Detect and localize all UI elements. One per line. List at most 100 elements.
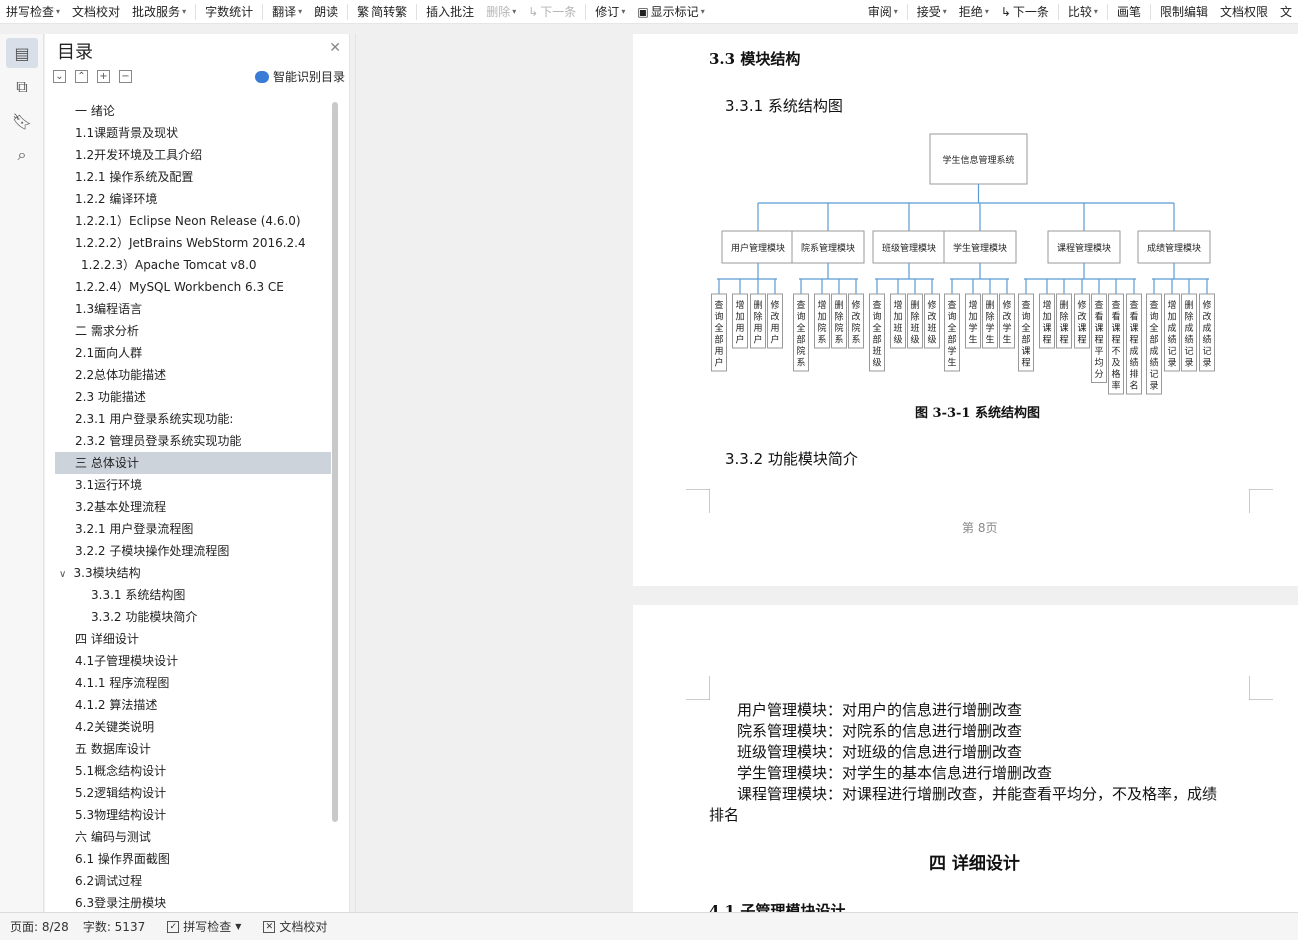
toc-item[interactable]: 4.1.1 程序流程图 bbox=[55, 672, 331, 694]
toc-item[interactable]: 四 详细设计 bbox=[55, 628, 331, 650]
toc-item[interactable]: 5.3物理结构设计 bbox=[55, 804, 331, 826]
toc-item[interactable]: 6.3登录注册模块 bbox=[55, 892, 331, 910]
toc-item[interactable]: 1.3编程语言 bbox=[55, 298, 331, 320]
toolbar-button[interactable]: 字数统计 bbox=[199, 0, 259, 23]
toc-item[interactable]: 五 数据库设计 bbox=[55, 738, 331, 760]
toc-item[interactable]: 3.3.1 系统结构图 bbox=[55, 584, 331, 606]
toc-item[interactable]: 3.1运行环境 bbox=[55, 474, 331, 496]
toolbar-button[interactable]: 拒绝 ▾ bbox=[953, 0, 995, 23]
toc-item[interactable]: 1.2.2.4）MySQL Workbench 6.3 CE bbox=[55, 276, 331, 298]
chevron-down-icon[interactable]: ∨ bbox=[59, 569, 70, 580]
section-heading-4-1: 4.1 子管理模块设计 bbox=[709, 902, 846, 912]
spell-check-button[interactable]: ✓ 拼写检查 ▼ bbox=[157, 918, 241, 935]
toolbar-button[interactable]: 修订 ▾ bbox=[589, 0, 631, 23]
toc-scrollbar[interactable] bbox=[332, 102, 338, 822]
toc-item[interactable]: 3.2.2 子模块操作处理流程图 bbox=[55, 540, 331, 562]
paragraph: 排名 bbox=[709, 806, 740, 824]
toc-item[interactable]: 3.3.2 功能模块简介 bbox=[55, 606, 331, 628]
section-heading-3-3-2: 3.3.2 功能模块简介 bbox=[725, 450, 858, 468]
toc-item[interactable]: 三 总体设计 bbox=[55, 452, 331, 474]
toc-item[interactable]: 4.1.2 算法描述 bbox=[55, 694, 331, 716]
toolbar-button[interactable]: 批改服务 ▾ bbox=[126, 0, 192, 23]
toc-item[interactable]: 2.3.2 管理员登录系统实现功能 bbox=[55, 430, 331, 452]
toolbar-button[interactable]: 接受 ▾ bbox=[911, 0, 953, 23]
toolbar-button[interactable]: 翻译 ▾ bbox=[266, 0, 308, 23]
paragraph: 用户管理模块：对用户的信息进行增删改查 bbox=[737, 701, 1023, 719]
page-corner-mark bbox=[1249, 676, 1273, 700]
toc-item[interactable]: 1.2开发环境及工具介绍 bbox=[55, 144, 331, 166]
toc-item[interactable]: 1.2.2.2）JetBrains WebStorm 2016.2.4 bbox=[55, 232, 331, 254]
toc-item[interactable]: 1.1课题背景及现状 bbox=[55, 122, 331, 144]
toc-panel: 目录 ✕ ⌄ ⌃ + − 智能识别目录 一 绪论 1.1课题背景及现状 1.2开发环… bbox=[45, 34, 350, 912]
toc-item-label: 3.3.1 系统结构图 bbox=[91, 588, 186, 602]
toc-item[interactable]: 1.2.1 操作系统及配置 bbox=[55, 166, 331, 188]
toc-panel-icon[interactable]: ▤ bbox=[6, 38, 38, 68]
toc-item[interactable]: 六 编码与测试 bbox=[55, 826, 331, 848]
word-count[interactable]: 字数: 5137 bbox=[83, 918, 145, 935]
page-indicator[interactable]: 页面: 8/28 bbox=[10, 918, 69, 935]
toolbar-button[interactable]: 画笔 bbox=[1111, 0, 1147, 23]
toc-item[interactable]: 2.3.1 用户登录系统实现功能: bbox=[55, 408, 331, 430]
bookmark-icon[interactable]: 🔖︎ bbox=[6, 106, 38, 136]
leaf-node-label: 查询全部院系 bbox=[796, 299, 805, 369]
toolbar-button-label: 拒绝 bbox=[958, 5, 983, 19]
toolbar-button[interactable]: 比较 ▾ bbox=[1062, 0, 1104, 23]
add-heading-icon[interactable]: + bbox=[97, 70, 110, 83]
figure-caption: 图 3-3-1 系统结构图 bbox=[915, 406, 1040, 421]
toolbar-separator bbox=[585, 3, 587, 20]
toc-item[interactable]: 6.2调试过程 bbox=[55, 870, 331, 892]
toolbar-button[interactable]: 文档权限 bbox=[1214, 0, 1274, 23]
close-icon[interactable]: ✕ bbox=[329, 40, 341, 56]
smart-toc-button[interactable]: 智能识别目录 bbox=[254, 68, 345, 85]
toc-item[interactable]: 1.2.2 编译环境 bbox=[55, 188, 331, 210]
leaf-node-label: 增加用户 bbox=[735, 299, 744, 346]
toc-item-label: 五 数据库设计 bbox=[75, 742, 151, 756]
toc-item[interactable]: 2.2总体功能描述 bbox=[55, 364, 331, 386]
toolbar-button[interactable]: 审阅 ▾ bbox=[862, 0, 904, 23]
toolbar-button[interactable]: ▣ 显示标记 ▾ bbox=[631, 0, 710, 23]
expand-all-icon[interactable]: ⌄ bbox=[53, 70, 66, 83]
toc-item-label: 6.1 操作界面截图 bbox=[75, 852, 170, 866]
toc-item[interactable]: 3.2.1 用户登录流程图 bbox=[55, 518, 331, 540]
toc-item[interactable]: 1.2.2.3）Apache Tomcat v8.0 bbox=[55, 254, 331, 276]
collapse-all-icon[interactable]: ⌃ bbox=[75, 70, 88, 83]
leaf-node-label: 增加学生 bbox=[968, 299, 977, 346]
remove-heading-icon[interactable]: − bbox=[119, 70, 132, 83]
toolbar-button[interactable]: 限制编辑 bbox=[1154, 0, 1214, 23]
toc-item[interactable]: ∨ 3.3模块结构 bbox=[55, 562, 331, 584]
toc-item[interactable]: 2.1面向人群 bbox=[55, 342, 331, 364]
toc-item[interactable]: 4.2关键类说明 bbox=[55, 716, 331, 738]
toolbar-button[interactable]: 繁简转繁 bbox=[351, 0, 413, 23]
toc-item[interactable]: 二 需求分析 bbox=[55, 320, 331, 342]
toc-item[interactable]: 2.3 功能描述 bbox=[55, 386, 331, 408]
outline-panel-icon[interactable]: ⧉ bbox=[6, 72, 38, 102]
toolbar-button[interactable]: ↳ 下一条 bbox=[995, 0, 1055, 23]
toolbar-button[interactable]: 文 bbox=[1274, 0, 1298, 23]
toc-item[interactable]: 5.1概念结构设计 bbox=[55, 760, 331, 782]
toolbar-button[interactable]: 拼写检查 ▾ bbox=[0, 0, 66, 23]
toolbar-button[interactable]: 朗读 bbox=[308, 0, 344, 23]
toc-item-label: 1.2.2.4）MySQL Workbench 6.3 CE bbox=[75, 280, 284, 294]
toc-item-label: 三 总体设计 bbox=[75, 456, 139, 470]
toolbar-button-label: 批改服务 bbox=[132, 5, 181, 19]
toc-item[interactable]: 4.1子管理模块设计 bbox=[55, 650, 331, 672]
leaf-node-label: 查询全部班级 bbox=[872, 299, 881, 369]
section-heading-3-3-1: 3.3.1 系统结构图 bbox=[725, 97, 843, 115]
toolbar-button[interactable]: 插入批注 bbox=[420, 0, 480, 23]
toolbar-button[interactable]: 删除 ▾ bbox=[480, 0, 522, 23]
paragraph: 课程管理模块：对课程进行增删改查，并能查看平均分，不及格率，成绩 bbox=[737, 785, 1218, 803]
chapter-heading-4: 四 详细设计 bbox=[929, 854, 1020, 874]
toc-item-label: 3.3模块结构 bbox=[73, 566, 141, 580]
toc-item[interactable]: 一 绪论 bbox=[55, 100, 331, 122]
toc-item[interactable]: 6.1 操作界面截图 bbox=[55, 848, 331, 870]
search-icon[interactable]: ⌕ bbox=[6, 140, 38, 170]
toolbar-button[interactable]: 文档校对 bbox=[66, 0, 126, 23]
toolbar-separator bbox=[906, 3, 908, 20]
toc-item[interactable]: 1.2.2.1）Eclipse Neon Release (4.6.0) bbox=[55, 210, 331, 232]
toolbar-button[interactable]: ↳ 下一条 bbox=[522, 0, 582, 23]
toc-item[interactable]: 5.2逻辑结构设计 bbox=[55, 782, 331, 804]
proofread-button[interactable]: ✕ 文档校对 bbox=[253, 918, 327, 935]
toc-item[interactable]: 3.2基本处理流程 bbox=[55, 496, 331, 518]
toolbar-button-label: 字数统计 bbox=[205, 5, 254, 19]
toc-item-label: 4.2关键类说明 bbox=[75, 720, 155, 734]
